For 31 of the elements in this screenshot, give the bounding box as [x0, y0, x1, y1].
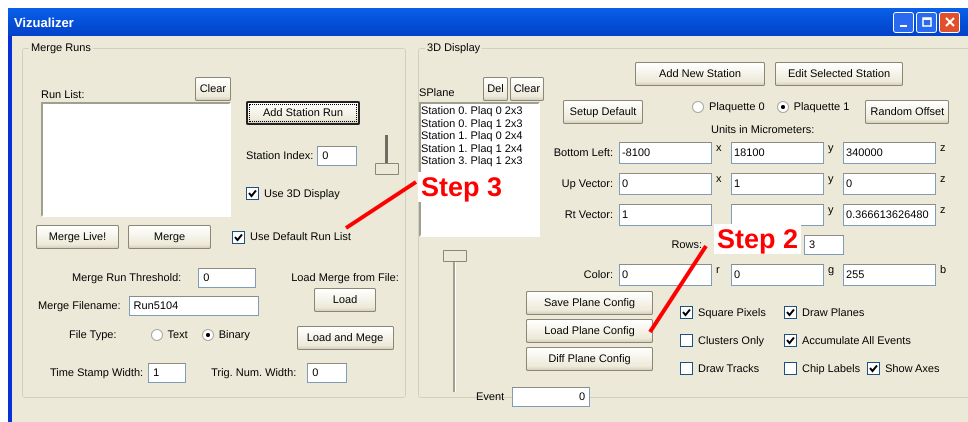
axis-label: y: [828, 204, 834, 216]
axis-label: x: [716, 173, 722, 185]
axis-label: b: [940, 264, 946, 276]
annotation-tooltip: Step 2: [714, 224, 802, 254]
station-index-label: Station Index:: [246, 150, 314, 162]
group-title: Merge Runs: [30, 42, 92, 54]
axis-label: x: [716, 142, 722, 154]
units-label: Units in Micrometers:: [711, 124, 816, 136]
trig-num-width-label: Trig. Num. Width:: [211, 367, 296, 379]
event-label: Event: [476, 391, 504, 403]
axis-label: z: [940, 173, 946, 185]
axis-label: y: [828, 142, 834, 154]
axis-label: z: [940, 204, 946, 216]
splane-label: SPlane: [419, 87, 454, 99]
load-merge-label: Load Merge from File:: [291, 272, 399, 284]
run-list-label: Run List:: [41, 89, 84, 101]
window-title: Vizualizer: [14, 14, 74, 30]
axis-label: r: [716, 264, 720, 276]
coordinate-label: Rt Vector:: [564, 209, 614, 221]
file-type-label: File Type:: [69, 329, 116, 341]
axis-label: g: [828, 264, 834, 276]
group-title: 3D Display: [426, 42, 482, 54]
coordinate-label: Color:: [582, 269, 614, 281]
time-stamp-width-label: Time Stamp Width:: [50, 367, 144, 379]
coordinate-label: Bottom Left:: [552, 147, 614, 159]
merge-filename-label: Merge Filename:: [38, 300, 121, 312]
rows-label: Rows:: [670, 239, 703, 251]
axis-label: y: [828, 173, 834, 185]
axis-label: z: [940, 142, 946, 154]
coordinate-label: Up Vector:: [560, 178, 614, 190]
merge-run-threshold-label: Merge Run Threshold:: [72, 272, 182, 284]
